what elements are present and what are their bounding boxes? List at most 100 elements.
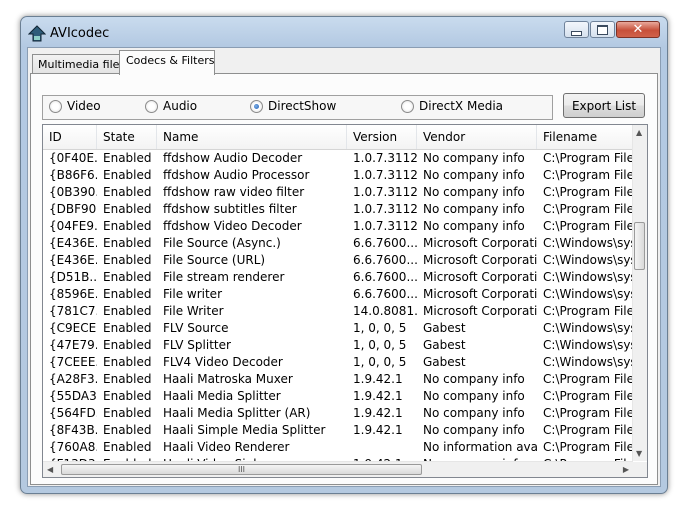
close-icon: ✕ xyxy=(632,22,644,37)
cell-state: Enabled xyxy=(103,185,152,199)
radio-directshow[interactable]: DirectShow xyxy=(250,99,336,113)
horizontal-scrollbar[interactable]: ◀ III ▶ xyxy=(43,461,633,477)
radio-video[interactable]: Video xyxy=(49,99,101,113)
list-header: ID State Name Version Vendor Filename xyxy=(43,125,633,150)
cell-id: {781C7... xyxy=(49,304,97,318)
scroll-up-icon[interactable]: ▲ xyxy=(636,128,642,137)
cell-version: 1, 0, 0, 5 xyxy=(353,355,407,369)
cell-state: Enabled xyxy=(103,423,152,437)
cell-name: Haali Media Splitter xyxy=(163,389,281,403)
scroll-down-icon[interactable]: ▼ xyxy=(636,449,642,458)
table-row[interactable]: {7CEEE... Enabled FLV4 Video Decoder 1, 0, … xyxy=(43,354,633,371)
column-header-version[interactable]: Version xyxy=(347,125,417,149)
table-row[interactable]: {564FD... Enabled Haali Media Splitter (AR… xyxy=(43,405,633,422)
cell-vendor: No company info xyxy=(423,151,525,165)
cell-vendor: No company info xyxy=(423,202,525,216)
radio-label: Video xyxy=(67,99,101,113)
column-header-filename[interactable]: Filename xyxy=(537,125,633,149)
table-row[interactable]: {55DA3... Enabled Haali Media Splitter 1.9.… xyxy=(43,388,633,405)
table-row[interactable]: {E436E... Enabled File Source (Async.) 6.6.… xyxy=(43,235,633,252)
table-row[interactable]: {C9ECE... Enabled FLV Source 1, 0, 0, 5 Gabe… xyxy=(43,320,633,337)
table-row[interactable]: {8596E... Enabled File writer 6.6.7600.... M… xyxy=(43,286,633,303)
radio-audio[interactable]: Audio xyxy=(145,99,197,113)
cell-filename: C:\Windows\syste xyxy=(543,270,633,284)
cell-name: FLV Splitter xyxy=(163,338,231,352)
table-row[interactable]: {A28F3... Enabled Haali Matroska Muxer 1.9.… xyxy=(43,371,633,388)
column-header-state[interactable]: State xyxy=(97,125,157,149)
cell-filename: C:\Windows\syste xyxy=(543,253,633,267)
table-row[interactable]: {B86F6... Enabled ffdshow Audio Processor 1… xyxy=(43,167,633,184)
title-bar[interactable]: AVIcodec ✕ xyxy=(21,17,667,47)
cell-vendor: Microsoft Corporation xyxy=(423,270,537,284)
scroll-right-icon[interactable]: ▶ xyxy=(623,465,629,474)
cell-state: Enabled xyxy=(103,151,152,165)
cell-id: {E436E... xyxy=(49,253,97,267)
radio-directx-media[interactable]: DirectX Media xyxy=(401,99,503,113)
cell-id: {DBF90... xyxy=(49,202,97,216)
cell-version: 1.9.42.1 xyxy=(353,423,403,437)
vertical-scrollbar[interactable]: ▲ ▼ xyxy=(632,125,647,461)
cell-version: 1.0.7.3112 xyxy=(353,151,417,165)
cell-vendor: No company info xyxy=(423,372,525,386)
vertical-scroll-thumb[interactable] xyxy=(634,222,645,270)
cell-id: {8596E... xyxy=(49,287,97,301)
cell-name: ffdshow Video Decoder xyxy=(163,219,302,233)
cell-id: {E436E... xyxy=(49,236,97,250)
tab-label: Multimedia files xyxy=(38,58,126,71)
cell-filename: C:\Windows\syste xyxy=(543,338,633,352)
cell-vendor: No company info xyxy=(423,185,525,199)
horizontal-scroll-thumb[interactable]: III xyxy=(61,464,422,475)
cell-vendor: Gabest xyxy=(423,338,466,352)
export-list-button[interactable]: Export List xyxy=(563,93,645,118)
column-header-name[interactable]: Name xyxy=(157,125,347,149)
table-row[interactable]: {DBF90... Enabled ffdshow subtitles filter… xyxy=(43,201,633,218)
cell-vendor: No information availa... xyxy=(423,440,537,454)
cell-state: Enabled xyxy=(103,287,152,301)
table-row[interactable]: {0B390... Enabled ffdshow raw video filter… xyxy=(43,184,633,201)
cell-id: {47E79... xyxy=(49,338,97,352)
cell-vendor: No company info xyxy=(423,219,525,233)
cell-version: 1.0.7.3112 xyxy=(353,202,417,216)
cell-name: File stream renderer xyxy=(163,270,285,284)
column-header-vendor[interactable]: Vendor xyxy=(417,125,537,149)
cell-version: 1.0.7.3112 xyxy=(353,219,417,233)
radio-button-icon xyxy=(145,99,158,113)
table-row[interactable]: {8F43B... Enabled Haali Simple Media Split… xyxy=(43,422,633,439)
cell-vendor: Gabest xyxy=(423,321,466,335)
cell-state: Enabled xyxy=(103,236,152,250)
close-button[interactable]: ✕ xyxy=(616,21,660,38)
cell-version: 1.0.7.3112 xyxy=(353,168,417,182)
cell-id: {C9ECE... xyxy=(49,321,97,335)
cell-version: 6.6.7600.... xyxy=(353,253,417,267)
cell-name: Haali Matroska Muxer xyxy=(163,372,293,386)
cell-name: FLV4 Video Decoder xyxy=(163,355,283,369)
cell-filename: C:\Program Files\H xyxy=(543,440,633,454)
cell-id: {D51B... xyxy=(49,270,97,284)
cell-filename: C:\Program Files\f xyxy=(543,168,633,182)
maximize-button[interactable] xyxy=(590,21,615,38)
table-row[interactable]: {D51B... Enabled File stream renderer 6.6.7… xyxy=(43,269,633,286)
cell-version: 14.0.8081.... xyxy=(353,304,417,318)
cell-name: Haali Video Renderer xyxy=(163,440,290,454)
table-row[interactable]: {E436E... Enabled File Source (URL) 6.6.760… xyxy=(43,252,633,269)
cell-state: Enabled xyxy=(103,219,152,233)
column-header-id[interactable]: ID xyxy=(43,125,97,149)
cell-version: 1, 0, 0, 5 xyxy=(353,338,407,352)
table-row[interactable]: {781C7... Enabled File Writer 14.0.8081....… xyxy=(43,303,633,320)
cell-filename: C:\Windows\syste xyxy=(543,287,633,301)
scroll-left-icon[interactable]: ◀ xyxy=(47,465,53,474)
window-title: AVIcodec xyxy=(50,26,110,41)
table-row[interactable]: {0F40E... Enabled ffdshow Audio Decoder 1.0… xyxy=(43,150,633,167)
table-row[interactable]: {04FE9... Enabled ffdshow Video Decoder 1.0… xyxy=(43,218,633,235)
tab-codecs-filters[interactable]: Codecs & Filters xyxy=(119,50,215,75)
minimize-button[interactable] xyxy=(564,21,589,38)
tab-label: Codecs & Filters xyxy=(126,54,215,67)
minimize-icon xyxy=(571,30,582,36)
filter-type-group: Video Audio DirectShow DirectX Media xyxy=(42,95,553,120)
table-row[interactable]: {47E79... Enabled FLV Splitter 1, 0, 0, 5 Ga… xyxy=(43,337,633,354)
tab-multimedia-files[interactable]: Multimedia files xyxy=(32,54,132,74)
cell-id: {564FD... xyxy=(49,406,97,420)
filters-list-view[interactable]: ID State Name Version Vendor Filename {0… xyxy=(42,124,648,478)
table-row[interactable]: {760A8... Enabled Haali Video Renderer No i… xyxy=(43,439,633,456)
radio-label: DirectShow xyxy=(268,99,337,113)
